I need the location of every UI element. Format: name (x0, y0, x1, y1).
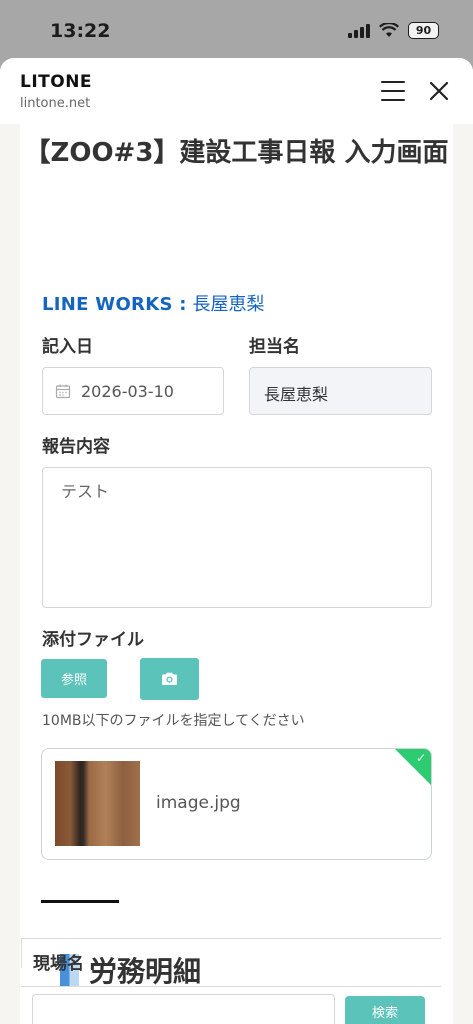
calendar-icon (55, 384, 71, 399)
browse-button[interactable]: 参照 (41, 659, 107, 698)
section-divider (41, 900, 119, 903)
date-value: 2026-03-10 (81, 382, 174, 401)
line-works-user: LINE WORKS : 長屋恵梨 (42, 290, 265, 316)
app-title: LITONE (20, 72, 93, 92)
person-field: 長屋恵梨 (249, 367, 432, 415)
line-works-name: 長屋恵梨 (192, 294, 265, 315)
site-name-input[interactable] (32, 994, 335, 1024)
report-label: 報告内容 (42, 437, 110, 457)
wifi-icon (379, 23, 399, 37)
person-label: 担当名 (249, 337, 300, 357)
hamburger-menu-icon[interactable] (381, 81, 405, 101)
browser-sheet: LITONE lintone.net 【ZOO#3】建設工事日報 入力画面 LI… (0, 58, 473, 1024)
table-row-divider (21, 986, 441, 987)
check-icon: ✓ (415, 751, 426, 765)
battery-indicator: 90 (408, 22, 439, 39)
status-bar: 13:22 90 (0, 0, 473, 62)
file-thumbnail (55, 761, 140, 846)
form-card: 【ZOO#3】建設工事日報 入力画面 LINE WORKS : 長屋恵梨 記入日… (20, 124, 453, 1024)
close-icon[interactable] (427, 79, 451, 103)
site-search-button[interactable]: 検索 (345, 996, 425, 1024)
person-value: 長屋恵梨 (264, 385, 329, 404)
date-field[interactable]: 2026-03-10 (42, 367, 224, 415)
labor-table: 現場名 (21, 938, 441, 974)
site-name-label: 現場名 (33, 954, 84, 974)
line-works-label: LINE WORKS : (42, 294, 187, 315)
date-label: 記入日 (42, 337, 93, 357)
attach-label: 添付ファイル (42, 630, 144, 650)
file-name: image.jpg (156, 793, 241, 813)
status-icons: 90 (348, 22, 439, 39)
report-value: テスト (61, 482, 110, 501)
camera-button[interactable] (140, 658, 199, 700)
report-textarea[interactable]: テスト (42, 467, 432, 608)
file-size-note: 10MB以下のファイルを指定してください (42, 713, 305, 729)
page-title: 【ZOO#3】建設工事日報 入力画面 (24, 138, 449, 168)
attached-file-card[interactable]: image.jpg ✓ (41, 748, 432, 860)
app-url: lintone.net (20, 96, 91, 111)
cellular-signal-icon (348, 23, 370, 38)
sheet-header: LITONE lintone.net (0, 58, 473, 124)
status-time: 13:22 (50, 20, 111, 42)
camera-icon (162, 672, 177, 685)
